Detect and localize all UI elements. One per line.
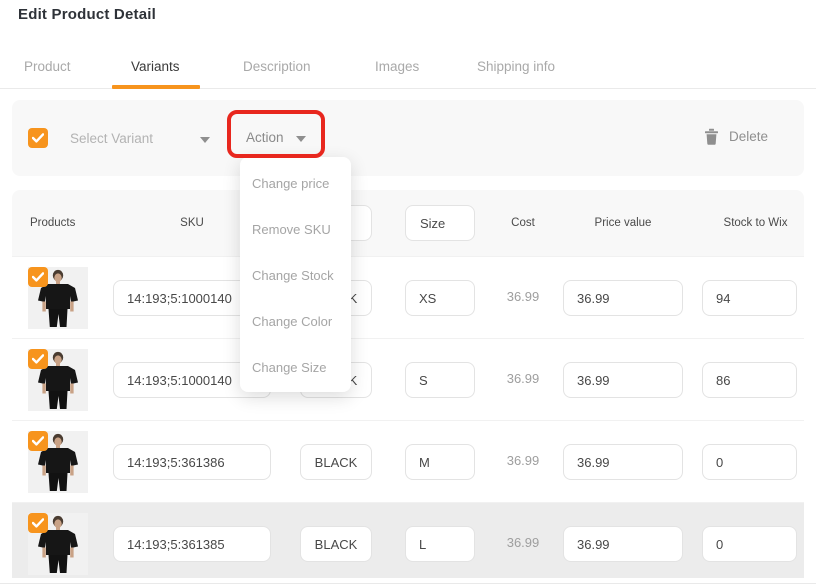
- active-tab-underline: [112, 85, 200, 89]
- cost-value: 36.99: [473, 289, 573, 304]
- tab-shipping-info[interactable]: Shipping info: [477, 59, 555, 74]
- row-checkbox[interactable]: [28, 513, 48, 533]
- color-input[interactable]: [300, 444, 372, 480]
- select-variant-dropdown[interactable]: Select Variant: [70, 131, 153, 146]
- variant-toolbar: Select Variant: [12, 100, 804, 176]
- menu-item-change-color[interactable]: Change Color: [240, 298, 351, 344]
- header-cost: Cost: [473, 217, 573, 229]
- header-stock-to-wix: Stock to Wix: [702, 217, 809, 229]
- header-size-box[interactable]: Size: [405, 205, 475, 241]
- action-dropdown[interactable]: Action: [246, 130, 284, 145]
- checkmark-icon: [32, 436, 44, 446]
- row-checkbox[interactable]: [28, 267, 48, 287]
- tab-bar: Product Variants Description Images Ship…: [0, 50, 816, 89]
- tab-variants[interactable]: Variants: [131, 59, 180, 74]
- variants-table: Products SKU Color Size Cost Price value…: [12, 190, 804, 578]
- row-checkbox[interactable]: [28, 431, 48, 451]
- price-input[interactable]: [563, 362, 683, 398]
- table-row: 36.99: [12, 502, 804, 578]
- menu-item-change-stock[interactable]: Change Stock: [240, 252, 351, 298]
- header-price-value: Price value: [563, 217, 683, 229]
- price-input[interactable]: [563, 526, 683, 562]
- delete-button[interactable]: Delete: [704, 128, 768, 145]
- size-input[interactable]: [405, 444, 475, 480]
- price-input[interactable]: [563, 444, 683, 480]
- tab-images[interactable]: Images: [375, 59, 419, 74]
- cost-value: 36.99: [473, 371, 573, 386]
- sku-input[interactable]: [113, 526, 271, 562]
- table-row: 36.99: [12, 338, 804, 420]
- stock-input[interactable]: [702, 526, 797, 562]
- menu-item-remove-sku[interactable]: Remove SKU: [240, 206, 351, 252]
- stock-input[interactable]: [702, 280, 797, 316]
- chevron-down-icon[interactable]: [296, 136, 306, 142]
- stock-input[interactable]: [702, 362, 797, 398]
- tab-description[interactable]: Description: [243, 59, 311, 74]
- checkmark-icon: [32, 272, 44, 282]
- menu-item-change-price[interactable]: Change price: [240, 160, 351, 206]
- size-input[interactable]: [405, 526, 475, 562]
- trash-icon: [704, 128, 719, 145]
- price-input[interactable]: [563, 280, 683, 316]
- stock-input[interactable]: [702, 444, 797, 480]
- bottom-divider: [0, 583, 816, 584]
- menu-item-change-size[interactable]: Change Size: [240, 344, 351, 390]
- row-checkbox[interactable]: [28, 349, 48, 369]
- action-dropdown-menu: Change price Remove SKU Change Stock Cha…: [240, 157, 351, 392]
- checkmark-icon: [32, 354, 44, 364]
- sku-input[interactable]: [113, 444, 271, 480]
- cost-value: 36.99: [473, 535, 573, 550]
- chevron-down-icon[interactable]: [200, 137, 210, 143]
- table-header-row: Products SKU Color Size Cost Price value…: [12, 190, 804, 256]
- size-input[interactable]: [405, 362, 475, 398]
- delete-button-label: Delete: [729, 129, 768, 144]
- checkmark-icon: [32, 518, 44, 528]
- table-row: 36.99: [12, 420, 804, 502]
- checkmark-icon: [32, 133, 44, 143]
- table-row: 36.99: [12, 256, 804, 338]
- tab-product[interactable]: Product: [24, 59, 71, 74]
- size-input[interactable]: [405, 280, 475, 316]
- cost-value: 36.99: [473, 453, 573, 468]
- header-products: Products: [30, 217, 75, 229]
- select-all-checkbox[interactable]: [28, 128, 48, 148]
- page-title: Edit Product Detail: [18, 6, 156, 23]
- color-input[interactable]: [300, 526, 372, 562]
